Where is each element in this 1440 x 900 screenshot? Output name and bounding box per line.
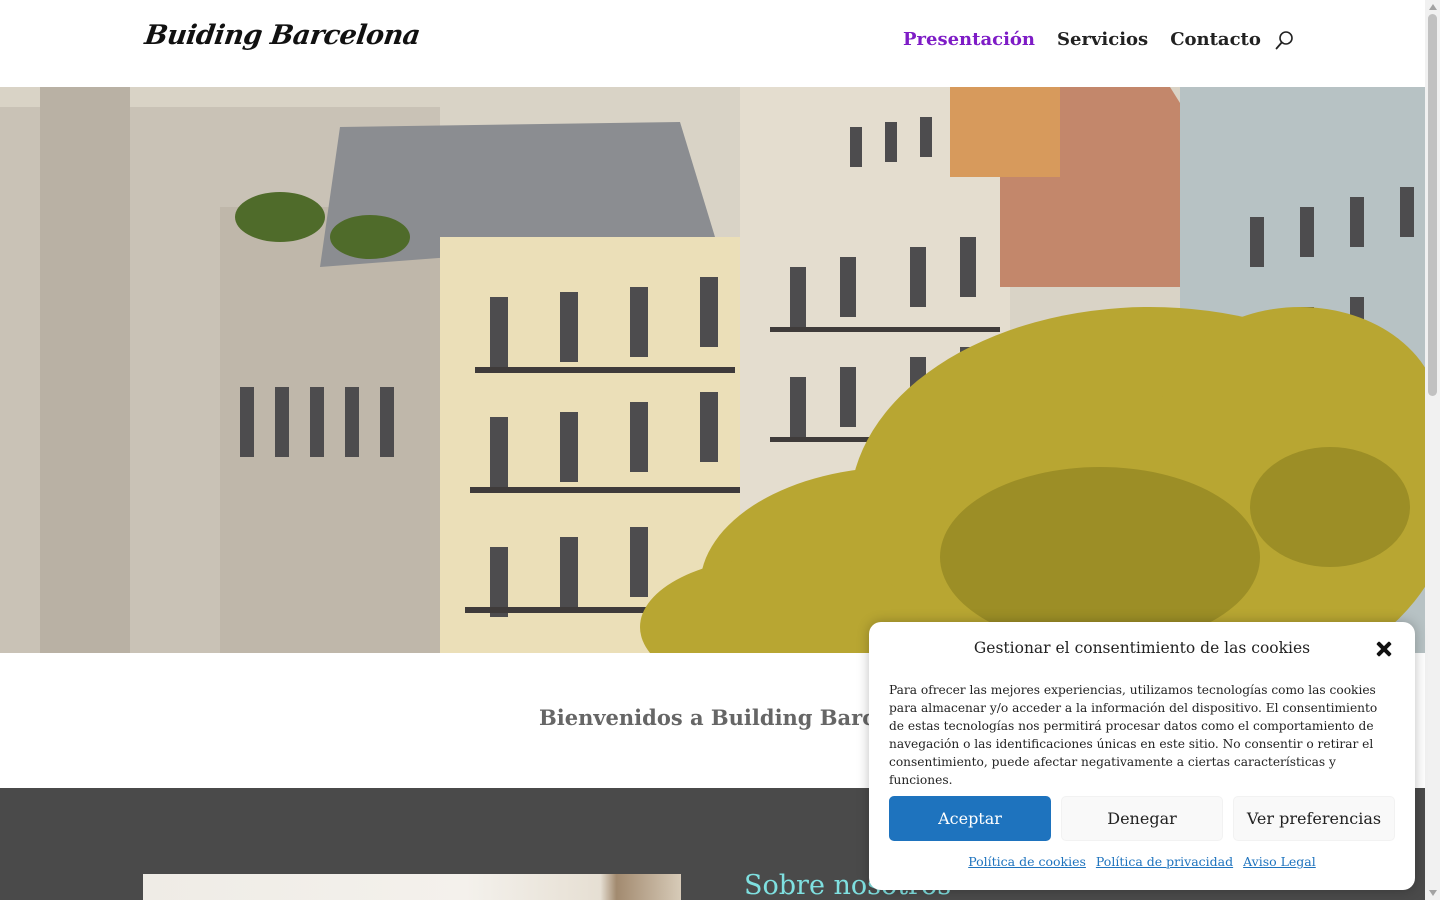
privacy-policy-link[interactable]: Política de privacidad xyxy=(1096,854,1233,869)
site-header: Buiding Barcelona Presentación Servicios… xyxy=(0,0,1425,87)
page-scrollbar[interactable] xyxy=(1425,0,1440,900)
deny-button[interactable]: Denegar xyxy=(1061,796,1223,841)
scroll-down-icon[interactable] xyxy=(1429,890,1437,896)
site-logo[interactable]: Buiding Barcelona xyxy=(143,20,422,51)
accept-button[interactable]: Aceptar xyxy=(889,796,1051,841)
scroll-thumb[interactable] xyxy=(1428,14,1437,396)
hero-image xyxy=(0,87,1425,653)
cookie-modal-title: Gestionar el consentimiento de las cooki… xyxy=(973,639,1311,657)
cookie-consent-modal: Gestionar el consentimiento de las cooki… xyxy=(869,622,1415,890)
cookie-policy-link[interactable]: Política de cookies xyxy=(968,854,1086,869)
legal-notice-link[interactable]: Aviso Legal xyxy=(1243,854,1316,869)
about-image xyxy=(143,874,681,900)
cookie-button-row: Aceptar Denegar Ver preferencias xyxy=(889,796,1395,841)
nav-item-contacto[interactable]: Contacto xyxy=(1170,29,1261,50)
nav-item-servicios[interactable]: Servicios xyxy=(1057,29,1148,50)
cookie-modal-body: Para ofrecer las mejores experiencias, u… xyxy=(889,683,1378,787)
close-icon[interactable] xyxy=(1374,639,1394,659)
view-preferences-button[interactable]: Ver preferencias xyxy=(1233,796,1395,841)
search-icon[interactable] xyxy=(1275,30,1295,50)
nav-item-presentacion[interactable]: Presentación xyxy=(903,29,1035,50)
cookie-policy-links: Política de cookies Política de privacid… xyxy=(869,854,1415,869)
main-nav: Presentación Servicios Contacto xyxy=(903,29,1295,50)
scroll-up-icon[interactable] xyxy=(1429,4,1437,10)
